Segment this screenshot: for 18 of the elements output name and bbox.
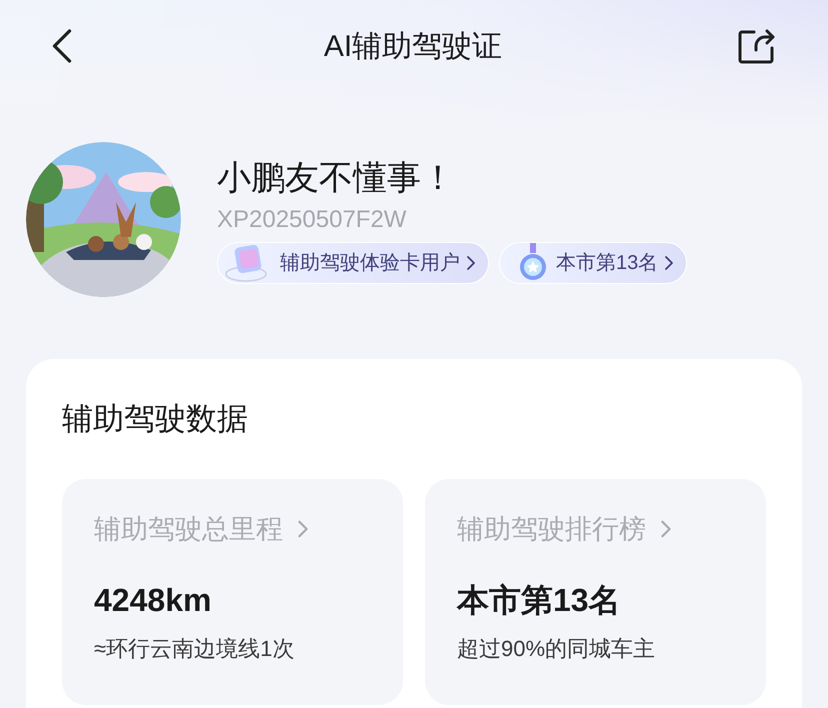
stat-label: 辅助驾驶总里程 xyxy=(94,513,283,546)
chevron-icon xyxy=(466,254,476,270)
stat-tile[interactable]: 辅助驾驶总里程 4248km ≈环行云南边境线1次 xyxy=(62,479,403,705)
stat-note: 超过90%的同城车主 xyxy=(457,635,656,663)
page-title: AI辅助驾驶证 xyxy=(324,28,502,64)
user-id: XP20250507F2W xyxy=(217,204,408,234)
chevron-icon xyxy=(297,519,309,539)
chevron-icon xyxy=(664,254,674,270)
stat-value: 本市第13名 xyxy=(457,581,622,620)
stat-tile[interactable]: 辅助驾驶排行榜 本市第13名 超过90%的同城车主 xyxy=(425,479,766,705)
badge-chip[interactable]: 辅助驾驶体验卡用户 xyxy=(217,242,489,284)
badge-chip[interactable]: 本市第13名 xyxy=(499,242,688,284)
user-name: 小鹏友不懂事！ xyxy=(217,158,456,198)
card-title: 辅助驾驶数据 xyxy=(62,400,249,438)
stat-label: 辅助驾驶排行榜 xyxy=(457,513,646,546)
stat-value: 4248km xyxy=(94,581,212,620)
chevron-icon xyxy=(660,519,672,539)
stat-note: ≈环行云南边境线1次 xyxy=(94,635,296,663)
